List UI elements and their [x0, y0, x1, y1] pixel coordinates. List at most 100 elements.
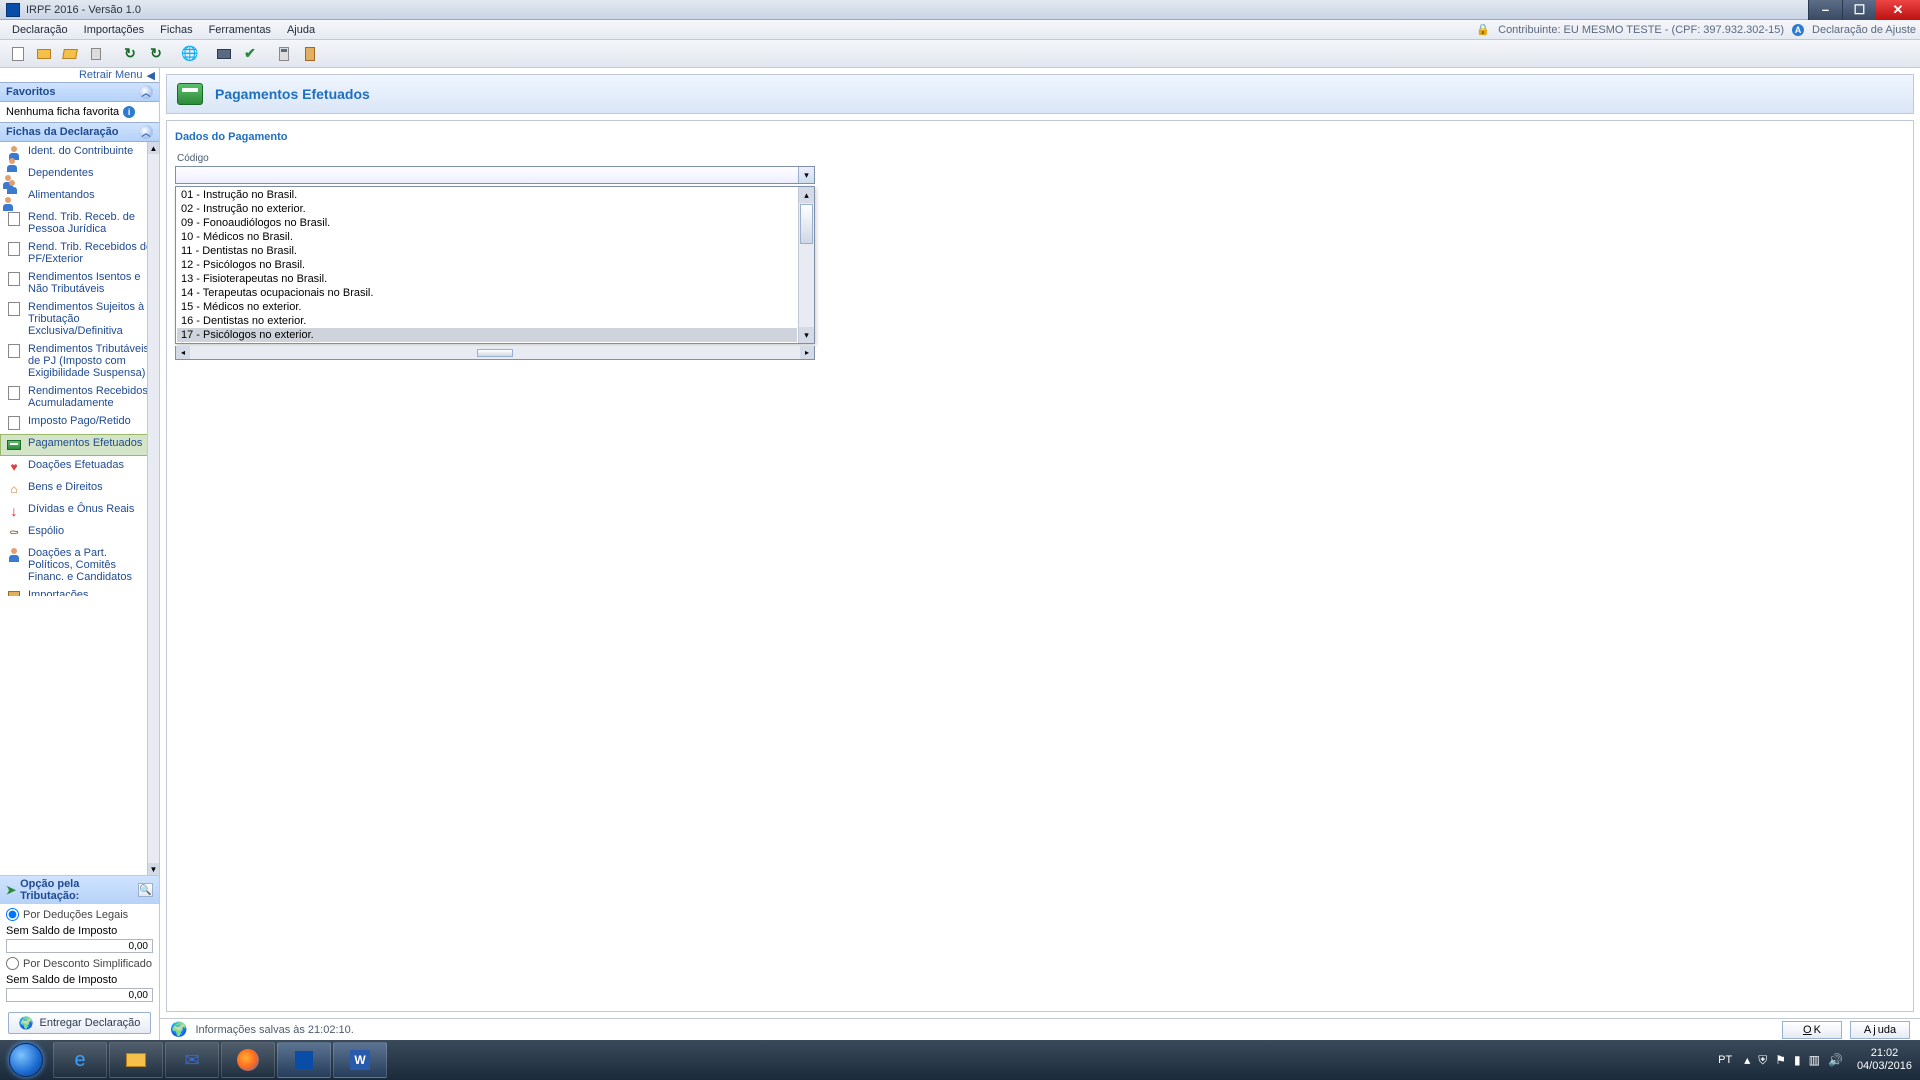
taskbar-irpf[interactable] — [277, 1042, 331, 1078]
sidebar-item-label: Importações — [28, 589, 89, 596]
toolbar-note-button[interactable] — [298, 43, 322, 65]
sidebar-item[interactable]: Rend. Trib. Recebidos de PF/Exterior — [0, 238, 159, 268]
toolbar-print-button[interactable] — [212, 43, 236, 65]
dropdown-option[interactable]: 16 - Dentistas no exterior. — [177, 314, 797, 328]
sidebar-item[interactable]: Imposto Pago/Retido — [0, 412, 159, 434]
ok-button[interactable]: OOKK — [1782, 1021, 1842, 1039]
retrair-menu[interactable]: Retrair Menu — [79, 69, 143, 81]
toolbar-check-button[interactable]: ✔ — [238, 43, 262, 65]
toolbar-calc-button[interactable] — [272, 43, 296, 65]
sidebar-item[interactable]: Alimentandos — [0, 186, 159, 208]
form-area: Dados do Pagamento Código ▾ 01 - Instruç… — [166, 120, 1914, 1012]
menu-ferramentas[interactable]: Ferramentas — [201, 22, 279, 38]
sidebar-item[interactable]: Pagamentos Efetuados — [0, 434, 159, 456]
taskbar-word[interactable]: W — [333, 1042, 387, 1078]
toolbar-openfolder-button[interactable] — [58, 43, 82, 65]
favoritos-header[interactable]: Favoritos ︿ — [0, 82, 159, 102]
menu-fichas[interactable]: Fichas — [152, 22, 200, 38]
dropdown-option[interactable]: 10 - Médicos no Brasil. — [177, 230, 797, 244]
menu-importacoes[interactable]: Importações — [76, 22, 153, 38]
sidebar-item[interactable]: Ident. do Contribuinte — [0, 142, 159, 164]
scroll-up-icon[interactable]: ▲ — [148, 142, 159, 154]
scroll-thumb[interactable] — [800, 204, 813, 244]
toolbar-new-button[interactable] — [6, 43, 30, 65]
scroll-up-icon[interactable]: ▴ — [799, 187, 814, 203]
menu-declaracao[interactable]: Declaração — [4, 22, 76, 38]
irpf-icon — [295, 1051, 313, 1069]
taskbar-explorer[interactable] — [109, 1042, 163, 1078]
chevron-down-icon[interactable]: ▾ — [798, 167, 814, 183]
collapse-icon[interactable]: ◀ — [147, 69, 155, 82]
tray-power-icon[interactable]: ▮ — [1794, 1053, 1801, 1067]
dropdown-option[interactable]: 15 - Médicos no exterior. — [177, 300, 797, 314]
dropdown-option[interactable]: 14 - Terapeutas ocupacionais no Brasil. — [177, 286, 797, 300]
clock-date: 04/03/2016 — [1857, 1060, 1912, 1073]
thunderbird-icon: ✉ — [184, 1050, 199, 1071]
tray-up-icon[interactable]: ▴ — [1744, 1053, 1750, 1067]
sidebar-item[interactable]: Rendimentos Recebidos Acumuladamente — [0, 382, 159, 412]
maximize-button[interactable]: ☐ — [1842, 0, 1876, 20]
search-button[interactable]: 🔍 — [138, 883, 153, 897]
taskbar-firefox[interactable] — [221, 1042, 275, 1078]
word-icon: W — [350, 1050, 370, 1070]
info-icon[interactable]: i — [123, 106, 135, 118]
sidebar-item[interactable]: ⌂Bens e Direitos — [0, 478, 159, 500]
sidebar-item[interactable]: Rendimentos Tributáveis de PJ (Imposto c… — [0, 340, 159, 382]
toolbar-delete-button[interactable] — [84, 43, 108, 65]
toolbar-open-button[interactable] — [32, 43, 56, 65]
doc-icon — [6, 241, 22, 257]
sidebar-item-label: Dependentes — [28, 167, 93, 179]
folder-icon — [37, 49, 51, 59]
sidebar-item[interactable]: Doações a Part. Políticos, Comitês Finan… — [0, 544, 159, 586]
ajuda-button[interactable]: Ajuda — [1850, 1021, 1910, 1039]
close-button[interactable]: ✕ — [1876, 0, 1920, 20]
dropdown-option[interactable]: 13 - Fisioterapeutas no Brasil. — [177, 272, 797, 286]
toolbar-refresh2-button[interactable]: ↻ — [144, 43, 168, 65]
minimize-button[interactable]: – — [1808, 0, 1842, 20]
toolbar-globe-button[interactable]: 🌐 — [178, 43, 202, 65]
start-button[interactable] — [0, 1040, 52, 1080]
entregar-button[interactable]: 🌍 Entregar Declaração — [8, 1012, 152, 1034]
scroll-right-icon[interactable]: ▸ — [800, 346, 814, 359]
print-icon — [217, 49, 231, 59]
scroll-down-icon[interactable]: ▾ — [799, 327, 814, 343]
codigo-combobox[interactable]: ▾ — [175, 166, 815, 184]
sidebar-item[interactable]: ♥Doações Efetuadas — [0, 456, 159, 478]
toolbar-refresh-button[interactable]: ↻ — [118, 43, 142, 65]
dropdown-option[interactable]: 09 - Fonoaudiólogos no Brasil. — [177, 216, 797, 230]
clock[interactable]: 21:02 04/03/2016 — [1851, 1047, 1912, 1073]
sidebar-item[interactable]: Rend. Trib. Receb. de Pessoa Jurídica — [0, 208, 159, 238]
dropdown-option[interactable]: 12 - Psicólogos no Brasil. — [177, 258, 797, 272]
tray-flag-icon[interactable]: ⚑ — [1775, 1053, 1786, 1067]
tray-volume-icon[interactable]: 🔊 — [1828, 1053, 1843, 1067]
sidebar-item[interactable]: Rendimentos Sujeitos à Tributação Exclus… — [0, 298, 159, 340]
sidebar-item[interactable]: ↓Dívidas e Ônus Reais — [0, 500, 159, 522]
lang-indicator[interactable]: PT — [1714, 1054, 1736, 1066]
dropdown-option[interactable]: 02 - Instrução no exterior. — [177, 202, 797, 216]
taskbar-ie[interactable]: e — [53, 1042, 107, 1078]
taskbar-thunderbird[interactable]: ✉ — [165, 1042, 219, 1078]
dropdown-scrollbar[interactable]: ▴ ▾ — [798, 187, 814, 343]
dropdown-option[interactable]: 11 - Dentistas no Brasil. — [177, 244, 797, 258]
sidebar-item[interactable]: ⚰Espólio — [0, 522, 159, 544]
sidebar-scrollbar[interactable]: ▲ ▼ — [147, 142, 159, 875]
menu-ajuda[interactable]: Ajuda — [279, 22, 323, 38]
dropdown-hscrollbar[interactable]: ◂ ▸ — [175, 346, 815, 360]
radio-deducoes[interactable] — [6, 908, 19, 921]
ie-icon: e — [74, 1049, 85, 1072]
tray-network-icon[interactable]: ▥ — [1809, 1053, 1820, 1067]
sidebar-item-label: Rendimentos Sujeitos à Tributação Exclus… — [28, 301, 153, 337]
fichas-header[interactable]: Fichas da Declaração ︿ — [0, 122, 159, 142]
sidebar-item[interactable]: Dependentes — [0, 164, 159, 186]
tray-shield-icon[interactable]: ⛨ — [1758, 1053, 1767, 1068]
dropdown-option[interactable]: 17 - Psicólogos no exterior. — [177, 328, 797, 342]
scroll-thumb[interactable] — [477, 349, 513, 357]
sidebar-item[interactable]: Rendimentos Isentos e Não Tributáveis — [0, 268, 159, 298]
sidebar-item-label: Alimentandos — [28, 189, 95, 201]
scroll-left-icon[interactable]: ◂ — [176, 346, 190, 359]
scroll-down-icon[interactable]: ▼ — [148, 863, 159, 875]
sidebar-item[interactable]: Importações — [0, 586, 159, 596]
doc-icon — [6, 301, 22, 317]
radio-simplificado[interactable] — [6, 957, 19, 970]
dropdown-option[interactable]: 01 - Instrução no Brasil. — [177, 188, 797, 202]
